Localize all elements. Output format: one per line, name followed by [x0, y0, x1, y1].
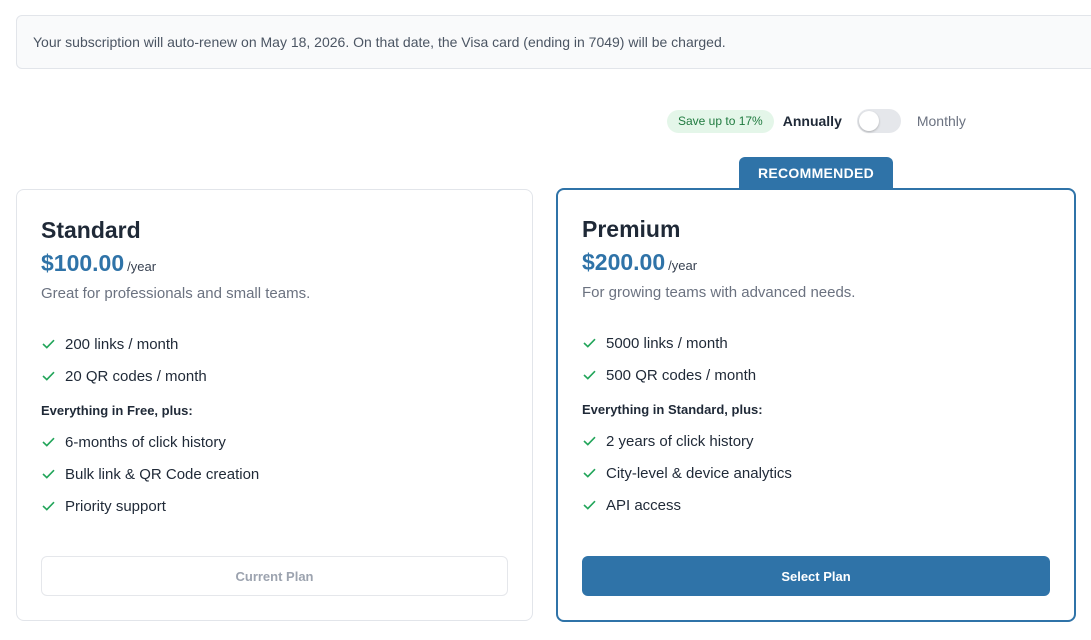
extras-list: 2 years of click history City-level & de…: [582, 425, 1050, 521]
check-icon: [41, 499, 55, 513]
plan-description: For growing teams with advanced needs.: [582, 284, 856, 301]
check-icon: [582, 368, 596, 382]
auto-renew-notice-text: Your subscription will auto-renew on May…: [33, 34, 726, 50]
check-icon: [582, 498, 596, 512]
switch-knob: [858, 111, 879, 131]
check-icon: [582, 466, 596, 480]
check-icon: [41, 435, 55, 449]
plan-period: /year: [668, 258, 698, 273]
billing-period-switch[interactable]: [856, 109, 901, 133]
feature-item: 200 links / month: [41, 328, 508, 360]
feature-item: 5000 links / month: [582, 327, 1050, 359]
extras-list: 6-months of click history Bulk link & QR…: [41, 426, 508, 522]
check-icon: [41, 337, 55, 351]
check-icon: [582, 434, 596, 448]
price-row: $100.00 /year: [41, 250, 508, 277]
feature-item: API access: [582, 489, 1050, 521]
check-icon: [41, 369, 55, 383]
feature-item: Priority support: [41, 490, 508, 522]
feature-label: 2 years of click history: [606, 432, 754, 450]
feature-item: 20 QR codes / month: [41, 360, 508, 392]
feature-label: City-level & device analytics: [606, 464, 792, 482]
plan-name: Premium: [582, 216, 681, 242]
recommended-badge: RECOMMENDED: [739, 157, 893, 188]
save-badge: Save up to 17%: [667, 109, 774, 133]
extras-title: Everything in Standard, plus:: [582, 402, 763, 417]
current-plan-button[interactable]: Current Plan: [41, 556, 508, 596]
feature-label: 500 QR codes / month: [606, 366, 757, 384]
feature-item: 6-months of click history: [41, 426, 508, 458]
feature-label: 6-months of click history: [65, 433, 226, 451]
feature-label: 20 QR codes / month: [65, 367, 207, 385]
feature-label: Priority support: [65, 497, 166, 515]
feature-label: 5000 links / month: [606, 334, 728, 352]
feature-list: 5000 links / month 500 QR codes / month: [582, 327, 1050, 391]
feature-item: 2 years of click history: [582, 425, 1050, 457]
feature-label: Bulk link & QR Code creation: [65, 465, 260, 483]
price-row: $200.00 /year: [582, 249, 1050, 276]
annually-label[interactable]: Annually: [783, 113, 842, 129]
check-icon: [41, 467, 55, 481]
plan-description: Great for professionals and small teams.: [41, 285, 311, 302]
plan-period: /year: [127, 259, 157, 274]
plan-card-standard: Standard $100.00 /year Great for profess…: [16, 189, 533, 621]
billing-period-toggle: Save up to 17% Annually Monthly: [667, 108, 966, 134]
check-icon: [582, 336, 596, 350]
extras-title: Everything in Free, plus:: [41, 403, 193, 418]
feature-label: 200 links / month: [65, 335, 179, 353]
plan-price: $200.00: [582, 249, 666, 275]
plan-card-premium: Premium $200.00 /year For growing teams …: [556, 188, 1076, 622]
auto-renew-notice: Your subscription will auto-renew on May…: [16, 15, 1091, 69]
feature-item: Bulk link & QR Code creation: [41, 458, 508, 490]
feature-item: 500 QR codes / month: [582, 359, 1050, 391]
monthly-label[interactable]: Monthly: [917, 113, 966, 129]
plan-name: Standard: [41, 217, 141, 243]
feature-label: API access: [606, 496, 682, 514]
select-plan-button[interactable]: Select Plan: [582, 556, 1050, 596]
feature-item: City-level & device analytics: [582, 457, 1050, 489]
feature-list: 200 links / month 20 QR codes / month: [41, 328, 508, 392]
plan-price: $100.00: [41, 250, 125, 276]
